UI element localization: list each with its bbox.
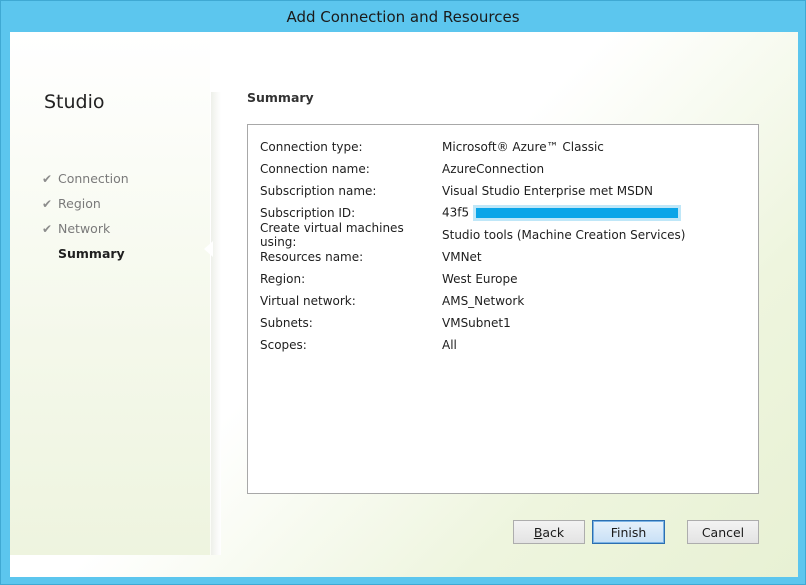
active-step-pointer-icon [204, 241, 213, 257]
checkmark-icon: ✔ [42, 171, 53, 186]
summary-list: Connection type: Microsoft® Azure™ Class… [247, 124, 759, 494]
wizard-sidebar: Studio ✔ Connection ✔ Region ✔ Network S… [10, 32, 210, 555]
window-title: Add Connection and Resources [286, 7, 520, 26]
finish-button[interactable]: Finish [592, 520, 665, 544]
summary-row-subnets: Subnets: VMSubnet1 [260, 316, 511, 330]
summary-row-connection-name: Connection name: AzureConnection [260, 162, 545, 176]
step-network: ✔ Network [42, 216, 129, 241]
wizard-steps: ✔ Connection ✔ Region ✔ Network Summary [42, 166, 129, 266]
step-label: Region [58, 196, 101, 211]
summary-row-subscription-name: Subscription name: Visual Studio Enterpr… [260, 184, 653, 198]
checkmark-icon: ✔ [42, 221, 53, 236]
step-connection: ✔ Connection [42, 166, 129, 191]
step-label: Connection [58, 171, 129, 186]
step-label: Network [58, 221, 111, 236]
dialog-client: Studio ✔ Connection ✔ Region ✔ Network S… [10, 32, 798, 577]
studio-title: Studio [44, 91, 105, 113]
summary-row-connection-type: Connection type: Microsoft® Azure™ Class… [260, 140, 604, 154]
section-title: Summary [247, 90, 314, 105]
step-region: ✔ Region [42, 191, 129, 216]
summary-row-resources-name: Resources name: VMNet [260, 250, 482, 264]
back-button[interactable]: Back [513, 520, 585, 544]
step-label: Summary [58, 246, 125, 261]
summary-row-region: Region: West Europe [260, 272, 518, 286]
cancel-button[interactable]: Cancel [687, 520, 759, 544]
step-summary: Summary [42, 241, 129, 266]
summary-row-create-vm: Create virtual machines using: Studio to… [260, 221, 686, 249]
summary-row-virtual-network: Virtual network: AMS_Network [260, 294, 525, 308]
wizard-content: Summary Connection type: Microsoft® Azur… [220, 32, 798, 577]
summary-row-scopes: Scopes: All [260, 338, 457, 352]
checkmark-icon: ✔ [42, 196, 53, 211]
dialog-window: Add Connection and Resources Studio ✔ Co… [0, 0, 806, 585]
redaction-bar [473, 205, 682, 221]
